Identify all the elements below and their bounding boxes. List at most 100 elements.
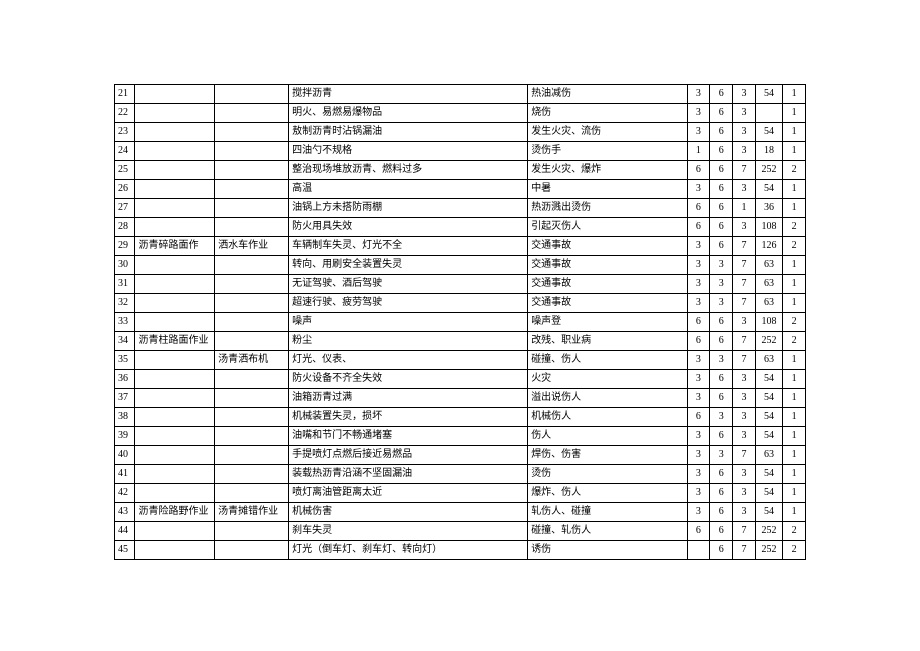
cell-n1: 1 — [687, 142, 710, 161]
cell-n4: 54 — [755, 503, 782, 522]
table-row: 24四油勺不规格烫伤手163181 — [115, 142, 806, 161]
cell-n2: 6 — [710, 180, 733, 199]
cell-category-1 — [135, 484, 215, 503]
cell-category-1 — [135, 389, 215, 408]
cell-n4: 252 — [755, 541, 782, 560]
cell-category-1 — [135, 256, 215, 275]
cell-index: 28 — [115, 218, 135, 237]
table-row: 42喷灯离油管距离太近爆炸、伤人363541 — [115, 484, 806, 503]
table-row: 28防火用具失效引起灭伤人6631082 — [115, 218, 806, 237]
cell-result: 发生火灾、流伤 — [528, 123, 687, 142]
cell-n5: 2 — [783, 218, 806, 237]
cell-result: 中暑 — [528, 180, 687, 199]
cell-n1: 3 — [687, 427, 710, 446]
cell-n1: 3 — [687, 180, 710, 199]
cell-n1: 6 — [687, 522, 710, 541]
cell-n4: 63 — [755, 446, 782, 465]
cell-result: 机械伤人 — [528, 408, 687, 427]
cell-n3: 7 — [733, 256, 756, 275]
cell-n4: 36 — [755, 199, 782, 218]
cell-category-1 — [135, 313, 215, 332]
cell-n1: 3 — [687, 237, 710, 256]
cell-category-2 — [215, 104, 289, 123]
cell-n1: 3 — [687, 275, 710, 294]
cell-index: 29 — [115, 237, 135, 256]
cell-n5: 2 — [783, 313, 806, 332]
cell-n2: 6 — [710, 142, 733, 161]
cell-n4: 54 — [755, 123, 782, 142]
cell-category-1 — [135, 446, 215, 465]
cell-hazard: 搅拌沥青 — [289, 85, 528, 104]
cell-category-1 — [135, 180, 215, 199]
cell-n5: 1 — [783, 180, 806, 199]
cell-n1: 6 — [687, 408, 710, 427]
cell-result: 热沥溅出烫伤 — [528, 199, 687, 218]
table-row: 29沥青碎路面作洒水车作业车辆制车失灵、灯光不全交通事故3671262 — [115, 237, 806, 256]
cell-n4 — [755, 104, 782, 123]
cell-n2: 6 — [710, 427, 733, 446]
cell-category-2 — [215, 427, 289, 446]
table-row: 37油箱沥青过满溢出说伤人363541 — [115, 389, 806, 408]
cell-index: 22 — [115, 104, 135, 123]
cell-category-2 — [215, 294, 289, 313]
cell-result: 改残、职业病 — [528, 332, 687, 351]
cell-n5: 2 — [783, 541, 806, 560]
cell-category-2 — [215, 465, 289, 484]
cell-n3: 7 — [733, 237, 756, 256]
table-row: 39油嘴和节门不畅通堵塞伤人363541 — [115, 427, 806, 446]
cell-n5: 1 — [783, 389, 806, 408]
cell-n3: 3 — [733, 370, 756, 389]
cell-n2: 6 — [710, 332, 733, 351]
cell-hazard: 整治现场堆放沥青、燃料过多 — [289, 161, 528, 180]
cell-category-2: 汤青洒布机 — [215, 351, 289, 370]
risk-table: 21搅拌沥青热油减伤36354122明火、易燃易爆物品烧伤363123敖制沥青时… — [114, 84, 806, 560]
cell-n3: 7 — [733, 446, 756, 465]
cell-category-2 — [215, 180, 289, 199]
cell-n5: 2 — [783, 237, 806, 256]
cell-n2: 6 — [710, 541, 733, 560]
cell-n4: 54 — [755, 465, 782, 484]
cell-result: 诱伤 — [528, 541, 687, 560]
cell-hazard: 防火用具失效 — [289, 218, 528, 237]
cell-n3: 3 — [733, 180, 756, 199]
table-row: 40手提喷灯点燃后接近易燃品焊伤、伤害337631 — [115, 446, 806, 465]
cell-hazard: 高温 — [289, 180, 528, 199]
cell-index: 40 — [115, 446, 135, 465]
cell-n4: 54 — [755, 427, 782, 446]
cell-hazard: 喷灯离油管距离太近 — [289, 484, 528, 503]
cell-n5: 1 — [783, 351, 806, 370]
cell-category-1 — [135, 522, 215, 541]
cell-n2: 3 — [710, 294, 733, 313]
cell-n3: 7 — [733, 541, 756, 560]
cell-result: 交通事故 — [528, 237, 687, 256]
cell-index: 33 — [115, 313, 135, 332]
cell-result: 伤人 — [528, 427, 687, 446]
cell-n1: 3 — [687, 123, 710, 142]
cell-index: 42 — [115, 484, 135, 503]
table-row: 35汤青洒布机灯光、仪表、碰撞、伤人337631 — [115, 351, 806, 370]
cell-index: 23 — [115, 123, 135, 142]
cell-n1: 3 — [687, 351, 710, 370]
cell-index: 34 — [115, 332, 135, 351]
table-row: 44刹车失灵碰撞、轧伤人6672522 — [115, 522, 806, 541]
table-row: 41装载热沥青沿涵不坚固漏油烫伤363541 — [115, 465, 806, 484]
cell-category-2 — [215, 522, 289, 541]
cell-index: 36 — [115, 370, 135, 389]
cell-category-2 — [215, 199, 289, 218]
cell-category-1 — [135, 294, 215, 313]
cell-category-1 — [135, 85, 215, 104]
table-row: 27油锅上方未搭防雨棚热沥溅出烫伤661361 — [115, 199, 806, 218]
cell-hazard: 敖制沥青时沾锅漏油 — [289, 123, 528, 142]
cell-n2: 3 — [710, 351, 733, 370]
cell-n5: 1 — [783, 370, 806, 389]
cell-result: 引起灭伤人 — [528, 218, 687, 237]
cell-category-1 — [135, 142, 215, 161]
cell-n2: 3 — [710, 408, 733, 427]
cell-n5: 1 — [783, 256, 806, 275]
cell-n3: 7 — [733, 351, 756, 370]
cell-hazard: 四油勺不规格 — [289, 142, 528, 161]
cell-hazard: 油箱沥青过满 — [289, 389, 528, 408]
cell-category-1 — [135, 351, 215, 370]
cell-n2: 6 — [710, 389, 733, 408]
cell-hazard: 明火、易燃易爆物品 — [289, 104, 528, 123]
